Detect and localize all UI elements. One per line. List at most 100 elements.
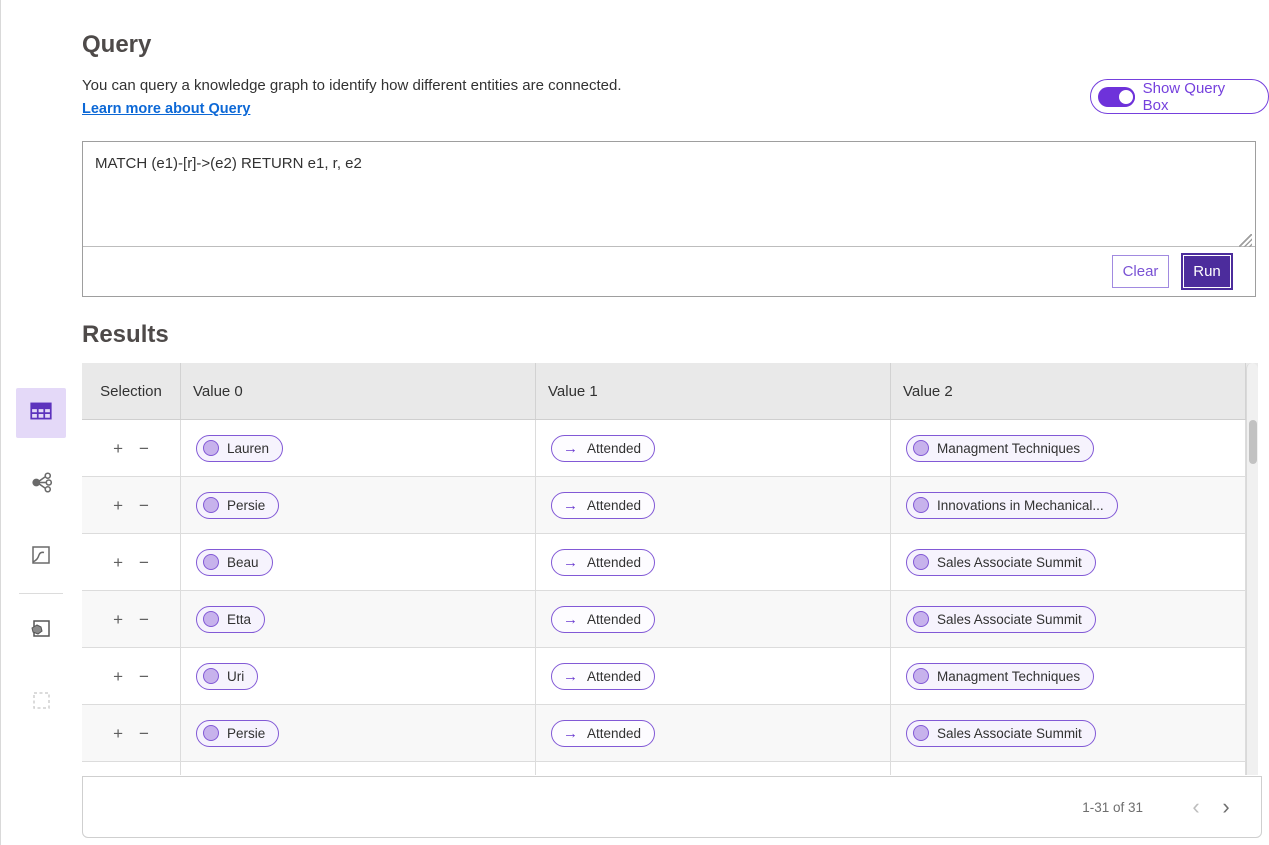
query-input[interactable] [83, 142, 1255, 247]
entity-node-icon [203, 554, 219, 570]
entity-label: Uri [227, 669, 244, 684]
entity-pill[interactable]: Sales Associate Summit [906, 606, 1096, 633]
entity-label: Persie [227, 726, 265, 741]
selection-icon [29, 688, 53, 717]
entity-label: Sales Associate Summit [937, 612, 1082, 627]
entity-pill[interactable]: Innovations in Mechanical... [906, 492, 1118, 519]
table-row: + − Persie → Attended Innovations in Mech… [82, 477, 1258, 534]
add-to-selection-button[interactable]: + [113, 554, 123, 571]
entity-label: Persie [227, 498, 265, 513]
next-page-button[interactable]: › [1211, 796, 1241, 818]
entity-pill[interactable]: Etta [196, 606, 265, 633]
table-row: + − Uri → Attended Managment Techniques [82, 648, 1258, 705]
entity-node-icon [913, 497, 929, 513]
remove-from-selection-button[interactable]: − [139, 725, 149, 742]
entity-node-icon [913, 668, 929, 684]
sidebar-item-map-view[interactable] [16, 532, 66, 582]
add-to-selection-button[interactable]: + [113, 440, 123, 457]
arrow-right-icon: → [563, 441, 578, 456]
entity-label: Managment Techniques [937, 441, 1080, 456]
entity-label: Beau [227, 555, 259, 570]
add-to-selection-button[interactable]: + [113, 668, 123, 685]
entity-pill[interactable]: Persie [196, 720, 279, 747]
arrow-right-icon: → [563, 498, 578, 513]
remove-from-selection-button[interactable]: − [139, 611, 149, 628]
toggle-label: Show Query Box [1143, 80, 1254, 114]
learn-more-link[interactable]: Learn more about Query [82, 101, 250, 117]
arrow-right-icon: → [563, 669, 578, 684]
sidebar-item-link-chart-view[interactable] [16, 460, 66, 510]
table-row: + − Lauren →Attended Innovations in Mech… [82, 762, 1258, 775]
sidebar-item-new-map-view[interactable] [16, 605, 66, 655]
new-map-icon [29, 616, 53, 645]
relationship-pill[interactable]: → Attended [551, 549, 655, 576]
remove-from-selection-button[interactable]: − [139, 497, 149, 514]
entity-pill[interactable]: Managment Techniques [906, 435, 1094, 462]
arrow-right-icon: → [563, 612, 578, 627]
entity-label: Managment Techniques [937, 669, 1080, 684]
entity-node-icon [913, 440, 929, 456]
table-view-icon [28, 398, 54, 429]
entity-node-icon [913, 554, 929, 570]
entity-pill[interactable]: Managment Techniques [906, 663, 1094, 690]
relationship-label: Attended [587, 441, 641, 456]
column-header-value2: Value 2 [891, 363, 1246, 419]
entity-node-icon [203, 440, 219, 456]
add-to-selection-button[interactable]: + [113, 497, 123, 514]
sidebar-divider [19, 593, 63, 594]
relationship-pill[interactable]: → Attended [551, 663, 655, 690]
relationship-pill[interactable]: → Attended [551, 435, 655, 462]
show-query-box-toggle[interactable]: Show Query Box [1090, 79, 1269, 114]
previous-page-button[interactable]: ‹ [1181, 796, 1211, 818]
entity-node-icon [203, 611, 219, 627]
add-to-selection-button[interactable]: + [113, 725, 123, 742]
remove-from-selection-button[interactable]: − [139, 554, 149, 571]
entity-label: Sales Associate Summit [937, 726, 1082, 741]
add-to-selection-button[interactable]: + [113, 611, 123, 628]
table-scrollbar-thumb[interactable] [1249, 420, 1257, 464]
entity-pill[interactable]: Sales Associate Summit [906, 720, 1096, 747]
remove-from-selection-button[interactable]: − [139, 668, 149, 685]
column-header-value1: Value 1 [536, 363, 891, 419]
clear-button[interactable]: Clear [1112, 255, 1169, 288]
entity-node-icon [913, 611, 929, 627]
entity-label: Sales Associate Summit [937, 555, 1082, 570]
toggle-switch-icon [1098, 87, 1135, 107]
entity-pill[interactable]: Persie [196, 492, 279, 519]
entity-node-icon [203, 497, 219, 513]
table-scrollbar-track [1246, 363, 1258, 775]
map-view-icon [29, 543, 53, 572]
entity-pill[interactable]: Sales Associate Summit [906, 549, 1096, 576]
relationship-label: Attended [587, 669, 641, 684]
relationship-label: Attended [587, 726, 641, 741]
entity-node-icon [203, 725, 219, 741]
results-title: Results [82, 321, 169, 349]
relationship-label: Attended [587, 498, 641, 513]
entity-pill[interactable]: Lauren [196, 435, 283, 462]
page-description: You can query a knowledge graph to ident… [82, 77, 622, 94]
relationship-label: Attended [587, 612, 641, 627]
arrow-right-icon: → [563, 555, 578, 570]
table-row: + − Persie → Attended Sales Associate Sum… [82, 705, 1258, 762]
remove-from-selection-button[interactable]: − [139, 440, 149, 457]
link-chart-icon [29, 470, 54, 500]
relationship-pill[interactable]: → Attended [551, 606, 655, 633]
entity-pill[interactable]: Uri [196, 663, 258, 690]
textarea-resize-handle[interactable] [1239, 234, 1252, 247]
table-header-row: Selection Value 0 Value 1 Value 2 [82, 363, 1258, 420]
arrow-right-icon: → [563, 726, 578, 741]
table-row: + − Beau → Attended Sales Associate Summi… [82, 534, 1258, 591]
pagination-range: 1-31 of 31 [1082, 800, 1143, 815]
relationship-pill[interactable]: → Attended [551, 720, 655, 747]
table-row: + − Lauren → Attended Managment Technique… [82, 420, 1258, 477]
relationship-label: Attended [587, 555, 641, 570]
run-button[interactable]: Run [1183, 255, 1231, 288]
entity-node-icon [203, 668, 219, 684]
entity-pill[interactable]: Beau [196, 549, 273, 576]
relationship-pill[interactable]: → Attended [551, 492, 655, 519]
sidebar-item-selection-disabled [16, 677, 66, 727]
results-table: Selection Value 0 Value 1 Value 2 + − La… [82, 363, 1258, 775]
page-title: Query [82, 31, 151, 59]
column-header-value0: Value 0 [181, 363, 536, 419]
sidebar-item-table-view[interactable] [16, 388, 66, 438]
